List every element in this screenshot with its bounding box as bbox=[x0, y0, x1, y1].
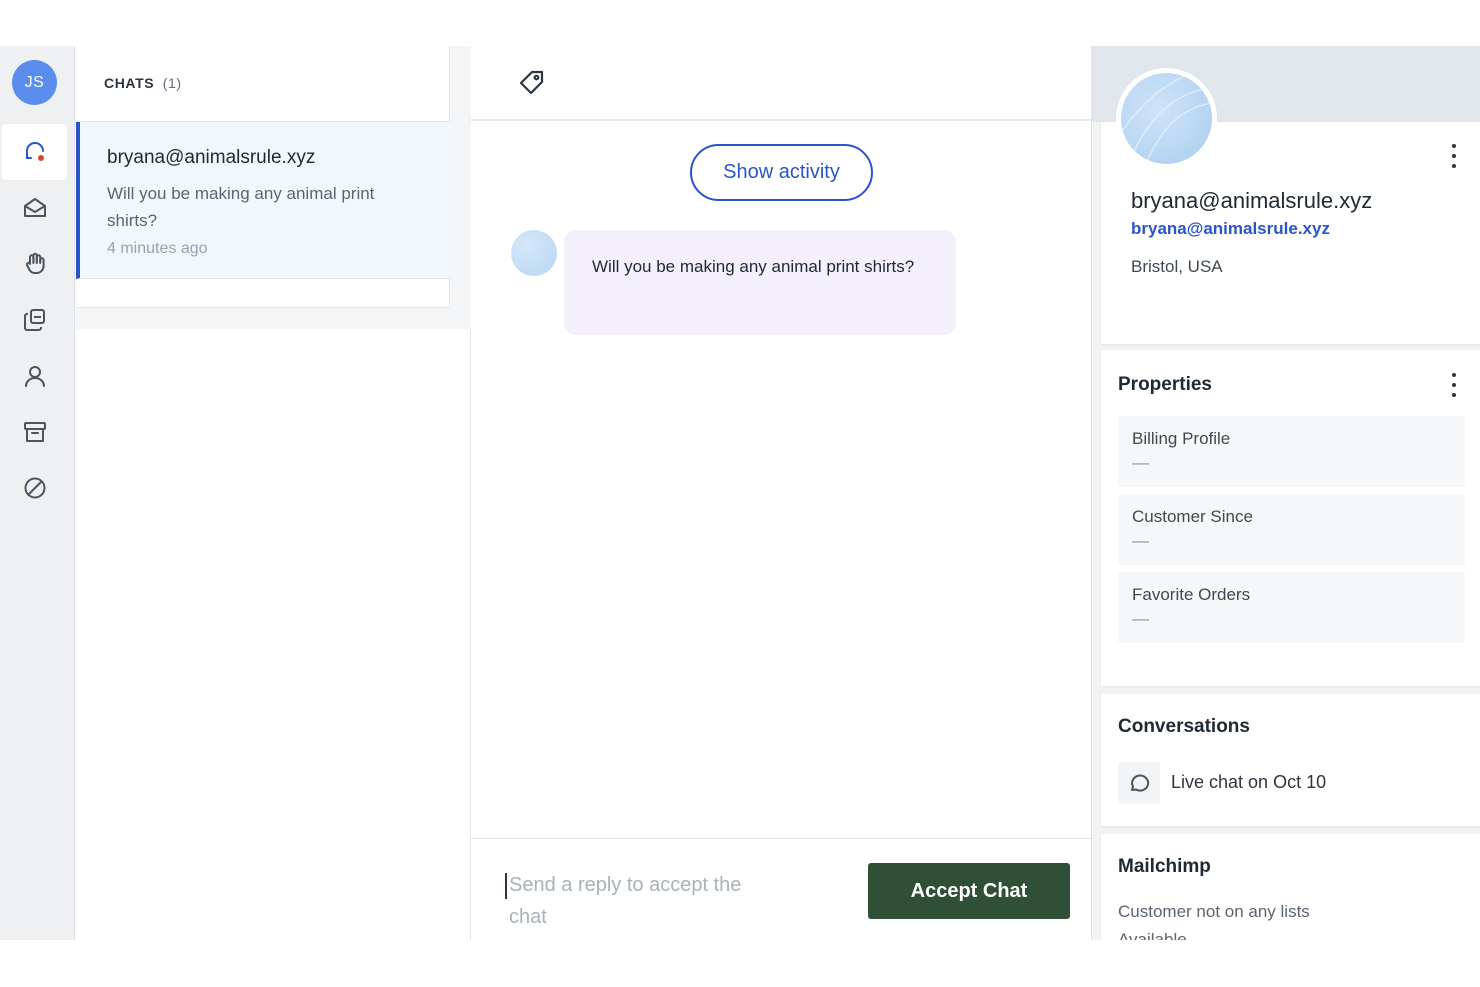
chat-list-header: CHATS (1) bbox=[104, 75, 182, 91]
profile-avatar-image bbox=[1121, 73, 1212, 164]
chat-timestamp: 4 minutes ago bbox=[107, 240, 208, 257]
property-label: Favorite Orders bbox=[1132, 585, 1251, 604]
profile-name: bryana@animalsrule.xyz bbox=[1131, 188, 1373, 213]
chat-list-background: CHATS (1) bryana@animalsrule.xyz Will yo… bbox=[76, 46, 471, 329]
conversation-panel: Show activity Will you be making any ani… bbox=[471, 46, 1091, 940]
properties-more-icon[interactable] bbox=[1449, 373, 1459, 397]
mailchimp-title: Mailchimp bbox=[1118, 856, 1211, 877]
chat-list-panel: CHATS (1) bryana@animalsrule.xyz Will yo… bbox=[76, 46, 471, 940]
property-label: Customer Since bbox=[1132, 507, 1253, 526]
profile-avatar bbox=[1116, 68, 1217, 169]
hand-icon bbox=[25, 252, 45, 274]
conversation-toolbar bbox=[471, 46, 1091, 121]
conversations-card: Conversations Live chat on Oct 10 bbox=[1101, 694, 1480, 826]
conversation-history-item[interactable]: Live chat on Oct 10 bbox=[1118, 762, 1458, 804]
mailchimp-status: Customer not on any lists bbox=[1118, 902, 1310, 921]
conversation-history-label: Live chat on Oct 10 bbox=[1171, 772, 1327, 792]
chat-preview: Will you be making any animal print shir… bbox=[107, 184, 375, 230]
show-activity-button[interactable]: Show activity bbox=[690, 144, 873, 201]
property-value: — bbox=[1132, 453, 1149, 472]
envelope-open-icon bbox=[23, 198, 46, 217]
left-rail: JS bbox=[0, 46, 75, 940]
blocked-circle-icon bbox=[24, 477, 45, 499]
properties-title: Properties bbox=[1118, 374, 1212, 395]
chat-list-item[interactable]: bryana@animalsrule.xyz Will you be makin… bbox=[76, 122, 450, 279]
tag-icon[interactable] bbox=[517, 68, 547, 98]
customer-avatar bbox=[511, 230, 557, 276]
chat-icon bbox=[1118, 762, 1160, 804]
app-window: JS CHATS (1) bryana@animalsrule.xyz Will… bbox=[0, 46, 1480, 940]
properties-card: Properties Billing Profile — Customer Si… bbox=[1101, 350, 1480, 686]
reply-composer: Send a reply to accept the chat Accept C… bbox=[471, 838, 1091, 940]
property-value: — bbox=[1132, 609, 1149, 628]
sidebar-item-blocked[interactable] bbox=[2, 460, 67, 516]
property-label: Billing Profile bbox=[1132, 429, 1231, 448]
chat-list: CHATS (1) bryana@animalsrule.xyz Will yo… bbox=[76, 46, 450, 308]
person-icon bbox=[24, 366, 45, 387]
message-bubble: Will you be making any animal print shir… bbox=[564, 230, 956, 335]
user-avatar[interactable]: JS bbox=[12, 60, 57, 105]
sidebar-item-queues[interactable] bbox=[2, 292, 67, 348]
sidebar-item-chats[interactable] bbox=[2, 124, 67, 180]
chat-bubble-icon bbox=[25, 142, 44, 161]
reply-input[interactable]: Send a reply to accept the chat bbox=[505, 869, 775, 933]
chat-count: (1) bbox=[162, 75, 182, 91]
chat-sender: bryana@animalsrule.xyz bbox=[107, 147, 316, 168]
sidebar-item-archive[interactable] bbox=[2, 404, 67, 460]
profile-email[interactable]: bryana@animalsrule.xyz bbox=[1131, 219, 1330, 239]
sidebar-item-customers[interactable] bbox=[2, 348, 67, 404]
accept-chat-button[interactable]: Accept Chat bbox=[868, 863, 1070, 919]
mailchimp-card: Mailchimp Customer not on any lists Avai… bbox=[1101, 834, 1480, 940]
profile-more-icon[interactable] bbox=[1449, 144, 1459, 168]
property-value: — bbox=[1132, 531, 1149, 550]
archive-box-icon bbox=[23, 422, 46, 442]
stacked-pages-icon bbox=[23, 309, 45, 331]
customer-details-panel: bryana@animalsrule.xyz bryana@animalsrul… bbox=[1091, 46, 1480, 940]
profile-location: Bristol, USA bbox=[1131, 257, 1223, 276]
property-favorite-orders[interactable]: Favorite Orders — bbox=[1118, 572, 1465, 643]
property-billing-profile[interactable]: Billing Profile — bbox=[1118, 416, 1465, 487]
sidebar-item-held[interactable] bbox=[2, 236, 67, 292]
sidebar-item-inbox[interactable] bbox=[2, 180, 67, 236]
property-customer-since[interactable]: Customer Since — bbox=[1118, 494, 1465, 565]
chat-list-title: CHATS bbox=[104, 75, 155, 91]
conversations-title: Conversations bbox=[1118, 716, 1250, 737]
mailchimp-status-secondary: Available... bbox=[1118, 930, 1201, 940]
